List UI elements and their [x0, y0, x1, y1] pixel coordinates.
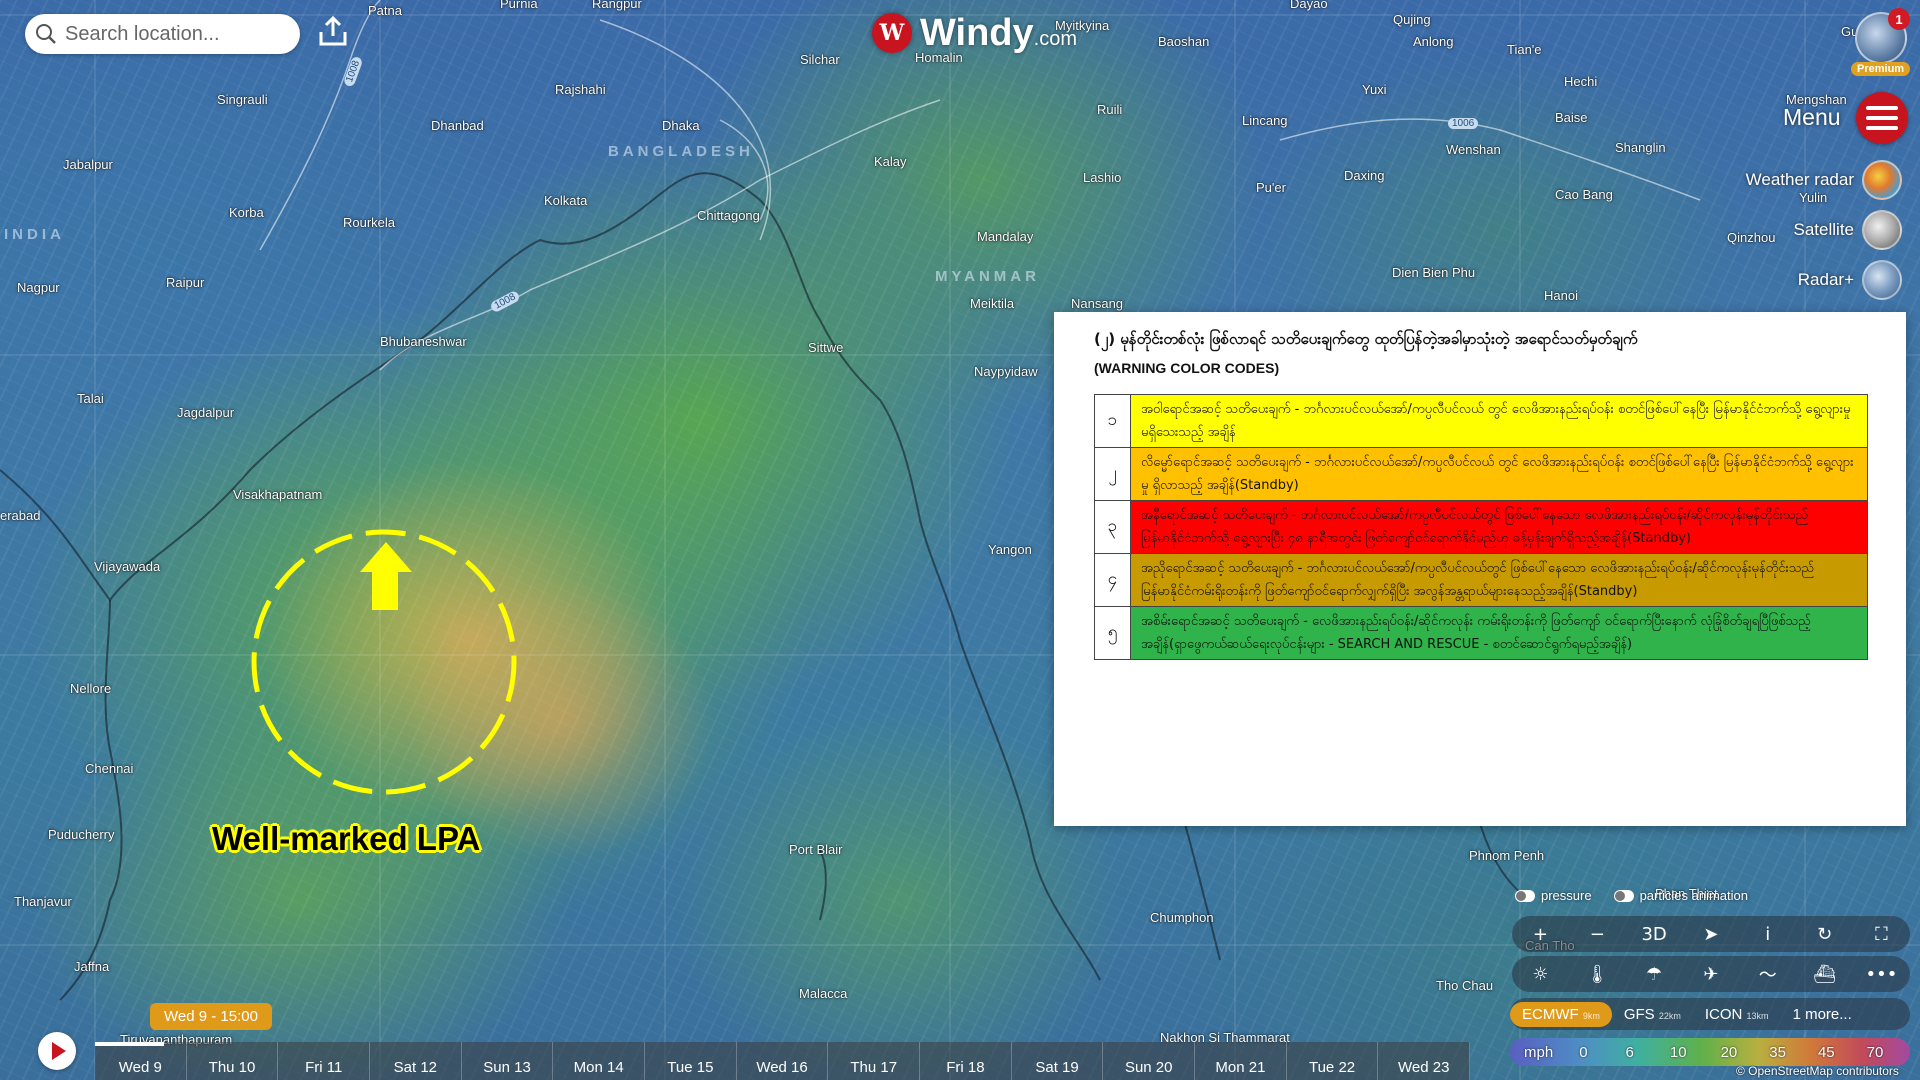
menu-label[interactable]: Menu — [1783, 104, 1841, 131]
timeline-day[interactable]: Fri 11 — [278, 1042, 371, 1080]
timeline-day[interactable]: Sat 19 — [1012, 1042, 1104, 1080]
particles-toggle[interactable]: particles animation — [1613, 888, 1748, 903]
timeline-day[interactable]: Sat 12 — [370, 1042, 462, 1080]
timeline-day[interactable]: Thu 17 — [828, 1042, 921, 1080]
info-icon[interactable]: i — [1748, 924, 1788, 945]
radar-plus-thumbnail-icon — [1862, 260, 1902, 300]
timeline-day[interactable]: Wed 23 — [1378, 1042, 1471, 1080]
table-row: ၃ အနီရောင်အဆင့် သတိပေးချက် - ဘင်္ဂလားပင်… — [1094, 500, 1868, 554]
zoom-in-button[interactable]: + — [1520, 924, 1560, 945]
timeline-day[interactable]: Wed 16 — [737, 1042, 829, 1080]
legend-tick: 35 — [1769, 1043, 1786, 1061]
table-row: ၂ လိမ္မော်ရောင်အဆင့် သတိပေးချက် - ဘင်္ဂလ… — [1094, 447, 1868, 501]
legend-tick: 0 — [1579, 1043, 1588, 1061]
timeline-day[interactable]: Tue 15 — [645, 1042, 737, 1080]
timeline-day[interactable]: Thu 10 — [187, 1042, 279, 1080]
share-icon[interactable] — [315, 14, 351, 50]
brand-name: Windy — [920, 11, 1034, 54]
overlay-toggles: pressure particles animation — [1515, 888, 1748, 903]
warning-level-description: အညိုရောင်အဆင့် သတိပေးချက် - ဘင်္ဂလားပင်လ… — [1130, 553, 1868, 607]
search-input[interactable] — [65, 22, 285, 46]
brand-suffix: .com — [1033, 27, 1077, 50]
satellite-thumbnail-icon — [1862, 210, 1902, 250]
panel-title: (၂) မုန်တိုင်းတစ်လုံး ဖြစ်လာရင် သတိပေးချ… — [1094, 330, 1638, 348]
legend-unit: mph — [1524, 1043, 1554, 1061]
lpa-annotation: Well-marked LPA — [212, 820, 481, 857]
timeline-day[interactable]: Sun 13 — [462, 1042, 554, 1080]
more-models-button[interactable]: 1 more... — [1781, 1002, 1864, 1027]
panel-subtitle: (WARNING COLOR CODES) — [1094, 360, 1280, 376]
legend-tick: 10 — [1669, 1043, 1687, 1061]
legend-tick: 20 — [1720, 1043, 1738, 1061]
warning-level-description: အဝါရောင်အဆင့် သတိပေးချက် - ဘင်္ဂလားပင်လယ… — [1130, 394, 1868, 448]
toggle-label: particles animation — [1639, 888, 1748, 903]
warning-level-description: လိမ္မော်ရောင်အဆင့် သတိပေးချက် - ဘင်္ဂလား… — [1130, 447, 1868, 501]
warning-level-number: ၁ — [1094, 394, 1131, 448]
timeline-day[interactable]: Fri 18 — [920, 1042, 1012, 1080]
warning-level-description: အနီရောင်အဆင့် သတိပေးချက် - ဘင်္ဂလားပင်လယ… — [1130, 500, 1868, 554]
table-row: ၄ အညိုရောင်အဆင့် သတိပေးချက် - ဘင်္ဂလားပင… — [1094, 553, 1868, 607]
pressure-toggle[interactable]: pressure — [1515, 888, 1592, 903]
toggle-switch[interactable] — [1515, 889, 1535, 902]
windy-logo-icon: W — [872, 13, 912, 53]
search-bar[interactable] — [25, 14, 300, 54]
windy-logo[interactable]: W Windy.com — [872, 8, 1077, 58]
locate-icon[interactable]: ➤ — [1691, 924, 1731, 945]
plane-icon[interactable]: ✈ — [1691, 964, 1731, 985]
layer-radar-plus[interactable]: Radar+ — [1798, 260, 1902, 300]
model-icon[interactable]: ICON 13km — [1693, 1002, 1781, 1027]
hamburger-menu-icon[interactable] — [1856, 92, 1908, 144]
layer-weather-radar[interactable]: Weather radar — [1746, 160, 1902, 200]
table-row: ၁ အဝါရောင်အဆင့် သတိပေးချက် - ဘင်္ဂလားပင်… — [1094, 394, 1868, 448]
timeline-progress — [95, 1042, 164, 1046]
timeline-bar[interactable]: Wed 9 Thu 10 Fri 11 Sat 12 Sun 13 Mon 14 Tue 1… — [95, 1042, 1471, 1080]
table-row: ၅ အစိမ်းရောင်အဆင့် သတိပေးချက် - လေဖိအားန… — [1094, 606, 1868, 660]
more-icon[interactable]: ••• — [1861, 964, 1901, 985]
fullscreen-icon[interactable]: ⛶ — [1861, 924, 1901, 945]
current-time-badge[interactable]: Wed 9 - 15:00 — [150, 1003, 272, 1030]
layer-toolbar: ☼ 🌡 ☂ ✈ 〜 ⛴ ••• — [1512, 956, 1910, 992]
toggle-switch[interactable] — [1613, 889, 1634, 902]
temperature-icon[interactable]: 🌡 — [1577, 964, 1617, 985]
wind-icon[interactable]: ☼ — [1520, 964, 1560, 985]
layer-label: Weather radar — [1745, 170, 1854, 189]
warning-level-number: ၄ — [1094, 553, 1131, 607]
legend-tick: 45 — [1817, 1043, 1835, 1061]
ship-icon[interactable]: ⛴ — [1805, 964, 1845, 985]
map-toolbar: + − 3D ➤ i ↻ ⛶ — [1512, 916, 1910, 952]
warning-codes-table: ၁ အဝါရောင်အဆင့် သတိပေးချက် - ဘင်္ဂလားပင်… — [1094, 394, 1868, 660]
layer-label: Radar+ — [1797, 270, 1854, 289]
3d-button[interactable]: 3D — [1634, 924, 1674, 945]
toggle-label: pressure — [1541, 888, 1592, 903]
hurricane-icon[interactable]: ↻ — [1805, 924, 1845, 945]
timeline-day[interactable]: Tue 22 — [1287, 1042, 1379, 1080]
radar-thumbnail-icon — [1862, 160, 1902, 200]
model-gfs[interactable]: GFS 22km — [1612, 1002, 1693, 1027]
waves-icon[interactable]: 〜 — [1748, 961, 1788, 987]
timeline-day[interactable]: Wed 9 — [95, 1042, 187, 1080]
play-button[interactable] — [38, 1032, 76, 1070]
timeline-day[interactable]: Mon 14 — [553, 1042, 646, 1080]
timeline-day[interactable]: Sun 20 — [1103, 1042, 1196, 1080]
forecast-models: ECMWF 9km GFS 22km ICON 13km 1 more... — [1510, 998, 1910, 1030]
notification-badge[interactable]: 1 — [1888, 8, 1910, 30]
search-icon — [36, 24, 56, 44]
warning-level-number: ၃ — [1094, 500, 1131, 554]
warning-level-number: ၅ — [1094, 606, 1131, 660]
warning-level-number: ၂ — [1094, 447, 1131, 501]
legend-tick: 70 — [1866, 1043, 1884, 1061]
legend-tick: 6 — [1625, 1043, 1634, 1061]
timeline-day[interactable]: Mon 21 — [1195, 1042, 1287, 1080]
warning-color-codes-panel: (၂) မုန်တိုင်းတစ်လုံး ဖြစ်လာရင် သတိပေးချ… — [1054, 312, 1906, 826]
layer-label: Satellite — [1793, 220, 1854, 239]
map-attribution[interactable]: © OpenStreetMap contributors — [1736, 1064, 1899, 1078]
rain-icon[interactable]: ☂ — [1634, 964, 1674, 985]
model-ecmwf[interactable]: ECMWF 9km — [1510, 1001, 1612, 1027]
zoom-out-button[interactable]: − — [1577, 924, 1617, 945]
premium-badge: Premium — [1851, 62, 1911, 76]
movement-arrow-icon — [360, 542, 412, 610]
layer-satellite[interactable]: Satellite — [1794, 210, 1902, 250]
wind-speed-legend[interactable]: mph 0 6 10 20 35 45 70 — [1510, 1038, 1910, 1066]
warning-level-description: အစိမ်းရောင်အဆင့် သတိပေးချက် - လေဖိအားနည်… — [1130, 606, 1868, 660]
